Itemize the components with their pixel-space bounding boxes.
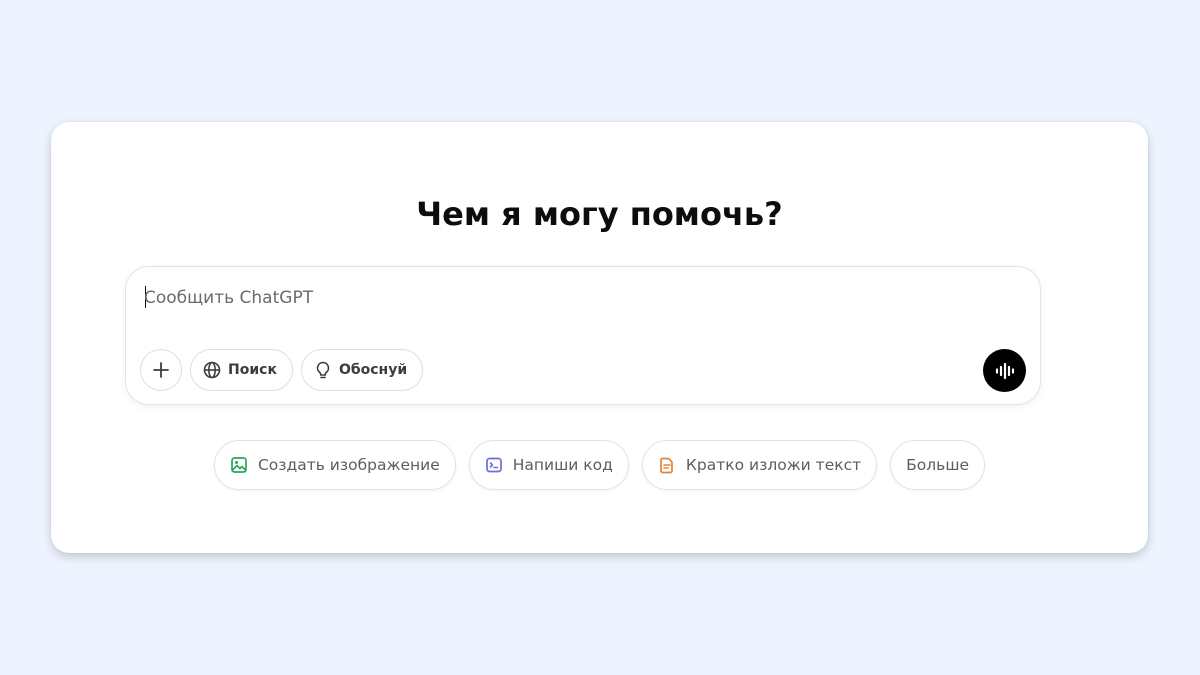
attach-button[interactable] (140, 349, 182, 391)
voice-waveform-icon (995, 362, 1014, 379)
suggestion-chips: Создать изображение Напиши код Кратко из… (51, 440, 1148, 490)
search-button-label: Поиск (228, 362, 277, 378)
lightbulb-icon (316, 361, 330, 379)
suggestion-write-code[interactable]: Напиши код (468, 440, 629, 490)
suggestion-create-image[interactable]: Создать изображение (213, 440, 456, 490)
composer: Поиск Обоснуй (125, 266, 1041, 405)
suggestion-label: Создать изображение (257, 456, 440, 474)
reason-button[interactable]: Обоснуй (300, 349, 424, 391)
suggestion-label: Напиши код (512, 456, 613, 474)
main-card: Чем я могу помочь? Поиск (51, 122, 1148, 553)
voice-mode-button[interactable] (983, 349, 1026, 392)
suggestion-summarize-text[interactable]: Кратко изложи текст (641, 440, 878, 490)
reason-button-label: Обоснуй (338, 362, 408, 378)
composer-tools: Поиск Обоснуй (140, 349, 424, 391)
page-title: Чем я могу помочь? (416, 195, 783, 233)
suggestion-more[interactable]: Больше (890, 440, 986, 490)
search-button[interactable]: Поиск (190, 349, 293, 391)
suggestion-label: Больше (906, 456, 970, 474)
image-icon (231, 457, 247, 473)
suggestion-label: Кратко изложи текст (685, 456, 862, 474)
message-input[interactable] (144, 285, 1004, 311)
document-icon (660, 457, 673, 474)
globe-icon (203, 361, 221, 379)
plus-icon (153, 362, 169, 378)
terminal-icon (485, 457, 502, 473)
